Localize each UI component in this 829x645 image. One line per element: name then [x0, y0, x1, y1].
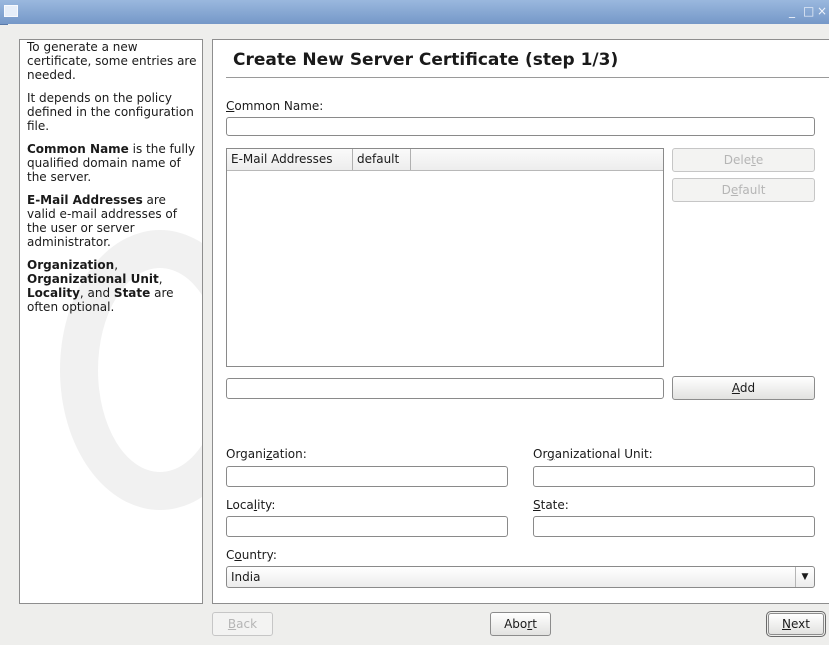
common-name-label: Common Name:	[226, 99, 324, 113]
table-header: E-Mail Addresses default	[227, 149, 663, 171]
chevron-down-icon[interactable]: ▼	[795, 567, 814, 587]
back-button[interactable]: Back	[212, 612, 273, 636]
maximize-button[interactable]: □	[803, 3, 814, 19]
country-label: Country:	[226, 548, 277, 562]
next-button[interactable]: Next	[766, 611, 826, 637]
locality-input[interactable]	[226, 516, 508, 537]
organization-label: Organization:	[226, 447, 307, 461]
default-button[interactable]: Default	[672, 178, 815, 202]
column-header-email[interactable]: E-Mail Addresses	[227, 149, 353, 170]
org-unit-input[interactable]	[533, 466, 815, 487]
help-panel: To generate a new certificate, some entr…	[19, 39, 203, 604]
email-address-input[interactable]	[226, 378, 664, 399]
state-label: State:	[533, 498, 569, 512]
title-divider	[226, 77, 829, 78]
form-panel: Create New Server Certificate (step 1/3)…	[212, 39, 829, 604]
locality-label: Locality:	[226, 498, 276, 512]
delete-button[interactable]: Delete	[672, 148, 815, 172]
org-unit-label: Organizational Unit:	[533, 447, 653, 461]
organization-input[interactable]	[226, 466, 508, 487]
minimize-button[interactable]: _	[789, 3, 795, 19]
help-paragraph: To generate a new certificate, some entr…	[27, 40, 197, 82]
country-selected-value: India	[231, 570, 261, 584]
abort-button[interactable]: Abort	[490, 612, 551, 636]
add-button[interactable]: Add	[672, 376, 815, 400]
common-name-input[interactable]	[226, 117, 815, 136]
column-header-default[interactable]: default	[353, 149, 411, 170]
close-button[interactable]: ×	[817, 3, 827, 19]
help-paragraph: Common Name is the fully qualified domai…	[27, 142, 196, 184]
window-titlebar: _ □ ×	[0, 0, 829, 25]
help-paragraph: Organization, Organizational Unit, Local…	[27, 258, 174, 314]
help-paragraph: It depends on the policy defined in the …	[27, 91, 194, 133]
country-select[interactable]: India ▼	[226, 566, 815, 588]
help-paragraph: E-Mail Addresses are valid e-mail addres…	[27, 193, 177, 249]
email-addresses-table[interactable]: E-Mail Addresses default	[226, 148, 664, 367]
state-input[interactable]	[533, 516, 815, 537]
page-title: Create New Server Certificate (step 1/3)	[233, 50, 619, 70]
window-icon	[4, 5, 18, 17]
